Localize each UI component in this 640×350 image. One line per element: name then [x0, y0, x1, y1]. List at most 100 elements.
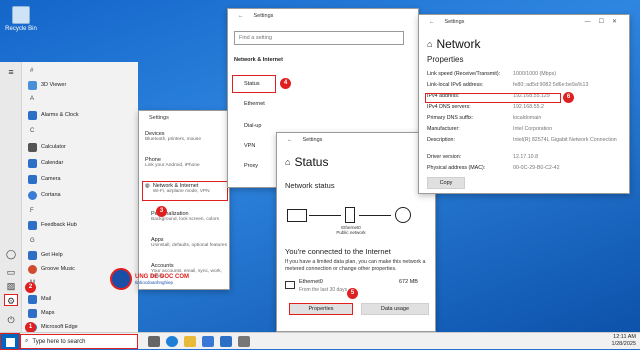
list-item[interactable]: Calendar: [28, 156, 134, 170]
copy-button[interactable]: Copy: [427, 177, 465, 189]
window-title: Settings: [444, 19, 465, 25]
window-controls[interactable]: —☐✕: [585, 18, 625, 25]
properties-button[interactable]: Properties: [289, 303, 353, 315]
system-clock[interactable]: 12:11 AM 1/28/2025: [612, 334, 636, 348]
window-title: Settings: [302, 137, 323, 143]
start-button[interactable]: [0, 333, 20, 350]
documents-icon[interactable]: ▭: [4, 266, 18, 278]
mail-icon[interactable]: [220, 336, 232, 347]
power-icon[interactable]: ⏻: [4, 314, 18, 326]
edge-icon[interactable]: [166, 336, 178, 347]
app-label: 3D Viewer: [41, 82, 67, 88]
property-key: Link speed (Receive/Transmit):: [427, 71, 501, 77]
app-label: Microsoft Edge: [41, 324, 78, 330]
list-item[interactable]: Camera: [28, 172, 134, 186]
search-placeholder: Type here to search: [32, 338, 86, 345]
app-label: Cortana: [41, 192, 61, 198]
search-input[interactable]: ⌕ Type here to search: [20, 334, 138, 349]
table-row: Link-local IPv6 address: fe80::ad5d:9082:…: [427, 82, 627, 88]
table-row: Primary DNS suffix: localdomain: [427, 115, 627, 121]
store-icon[interactable]: [202, 336, 214, 347]
taskbar: ⌕ Type here to search 12:11 AM 1/28/2025: [0, 332, 640, 350]
network-diagram: Ethernet0 Public network: [287, 205, 437, 237]
back-arrow-icon[interactable]: ←: [287, 137, 293, 143]
alarm-clock-icon: [28, 110, 37, 120]
recycle-bin-icon: [12, 6, 30, 24]
ethernet-type: Public network: [336, 230, 366, 235]
property-value: Intel Corporation: [513, 126, 553, 132]
property-value: Intel(R) 82574L Gigabit Network Connecti…: [513, 137, 617, 143]
step-badge-4: 4: [280, 78, 291, 89]
nav-item-dialup[interactable]: Dial-up: [244, 123, 261, 129]
back-arrow-icon[interactable]: ←: [238, 13, 244, 19]
clock-time: 12:11 AM: [613, 334, 636, 340]
property-key: Link-local IPv6 address:: [427, 82, 484, 88]
gear-icon[interactable]: ⚙: [4, 294, 18, 306]
table-row: Driver version: 12.17.10.8: [427, 154, 627, 160]
property-key: Primary DNS suffix:: [427, 115, 474, 121]
get-help-icon: [28, 250, 37, 260]
gear-icon[interactable]: [238, 336, 250, 347]
cortana-icon: [28, 190, 37, 200]
nav-item-proxy[interactable]: Proxy: [244, 163, 258, 169]
list-item[interactable]: Maps: [28, 306, 134, 320]
list-item[interactable]: Feedback Hub: [28, 218, 134, 232]
page-title: ⌂ Network: [427, 37, 480, 51]
settings-home-window: Settings Devices Bluetooth, printers, mo…: [138, 110, 230, 290]
list-item[interactable]: Alarms & Clock: [28, 108, 134, 122]
section-a: A: [30, 96, 35, 102]
settings-item-apps[interactable]: Apps Uninstall, defaults, optional featu…: [151, 237, 227, 248]
link-line: [359, 215, 391, 216]
watermark-line1: UNG DE DOC COM: [135, 273, 189, 280]
item-sub: Link your Android, iPhone: [145, 163, 200, 168]
start-app-list: # 3D Viewer A Alarms & Clock C Calculato…: [22, 62, 138, 332]
recycle-bin-shortcut[interactable]: Recycle Bin: [4, 6, 38, 32]
section-g: G: [30, 238, 35, 244]
home-icon: ⌂: [427, 39, 433, 49]
property-value: fe80::ad5d:9082:5d6e:be9a%13: [513, 82, 589, 88]
groove-music-icon: [28, 264, 37, 274]
adapter-sub: From the last 30 days: [299, 287, 348, 293]
ethernet-caption: Ethernet0 Public network: [335, 225, 367, 235]
list-item[interactable]: Calculator: [28, 140, 134, 154]
property-value: localdomain: [513, 115, 542, 121]
link-line: [309, 215, 341, 216]
table-row: Link speed (Receive/Transmit): 1000/1000 …: [427, 71, 627, 77]
nav-item-ethernet[interactable]: Ethernet: [244, 101, 265, 107]
window-title: Settings: [149, 115, 169, 121]
watermark: UNG DE DOC COM tinhocdoanhnghiep: [110, 268, 189, 290]
home-icon: ⌂: [285, 157, 291, 167]
settings-item-phone[interactable]: Phone Link your Android, iPhone: [145, 157, 200, 168]
status-window: ← Settings ⌂ Status Network status Etherne…: [276, 132, 436, 332]
properties-subheading: Properties: [427, 55, 464, 64]
step-badge-6: 6: [563, 92, 574, 103]
hamburger-icon[interactable]: ≡: [4, 66, 18, 78]
section-c: C: [30, 128, 35, 134]
property-key: Driver version:: [427, 154, 462, 160]
list-item[interactable]: Mail: [28, 292, 134, 306]
back-arrow-icon[interactable]: ←: [429, 19, 435, 25]
search-input[interactable]: Find a setting: [234, 31, 404, 45]
item-sub: Uninstall, defaults, optional features: [151, 243, 227, 248]
data-usage-value: 672 MB: [399, 279, 418, 285]
settings-network-titlebar: ← Settings: [228, 9, 418, 23]
data-usage-button[interactable]: Data usage: [361, 303, 429, 315]
connected-text: You're connected to the Internet: [285, 247, 391, 256]
section-hash: #: [30, 68, 34, 74]
search-icon: ⌕: [25, 338, 29, 344]
watermark-line2: tinhocdoanhnghiep: [135, 279, 174, 285]
step-badge-3: 3: [156, 206, 167, 217]
list-item[interactable]: Get Help: [28, 248, 134, 262]
user-icon[interactable]: ◯: [4, 248, 18, 260]
list-item[interactable]: 3D Viewer: [28, 78, 134, 92]
list-item[interactable]: Cortana: [28, 188, 134, 202]
property-value: 00-0C-29-B0-C2-42: [513, 165, 560, 171]
nav-item-vpn[interactable]: VPN: [244, 143, 255, 149]
task-view-icon[interactable]: [148, 336, 160, 347]
app-label: Mail: [41, 296, 52, 302]
pictures-icon[interactable]: ▨: [4, 280, 18, 292]
file-explorer-icon[interactable]: [184, 336, 196, 347]
app-label: Alarms & Clock: [41, 112, 79, 118]
limited-text: If you have a limited data plan, you can…: [285, 259, 426, 272]
settings-item-devices[interactable]: Devices Bluetooth, printers, mouse: [145, 131, 201, 142]
